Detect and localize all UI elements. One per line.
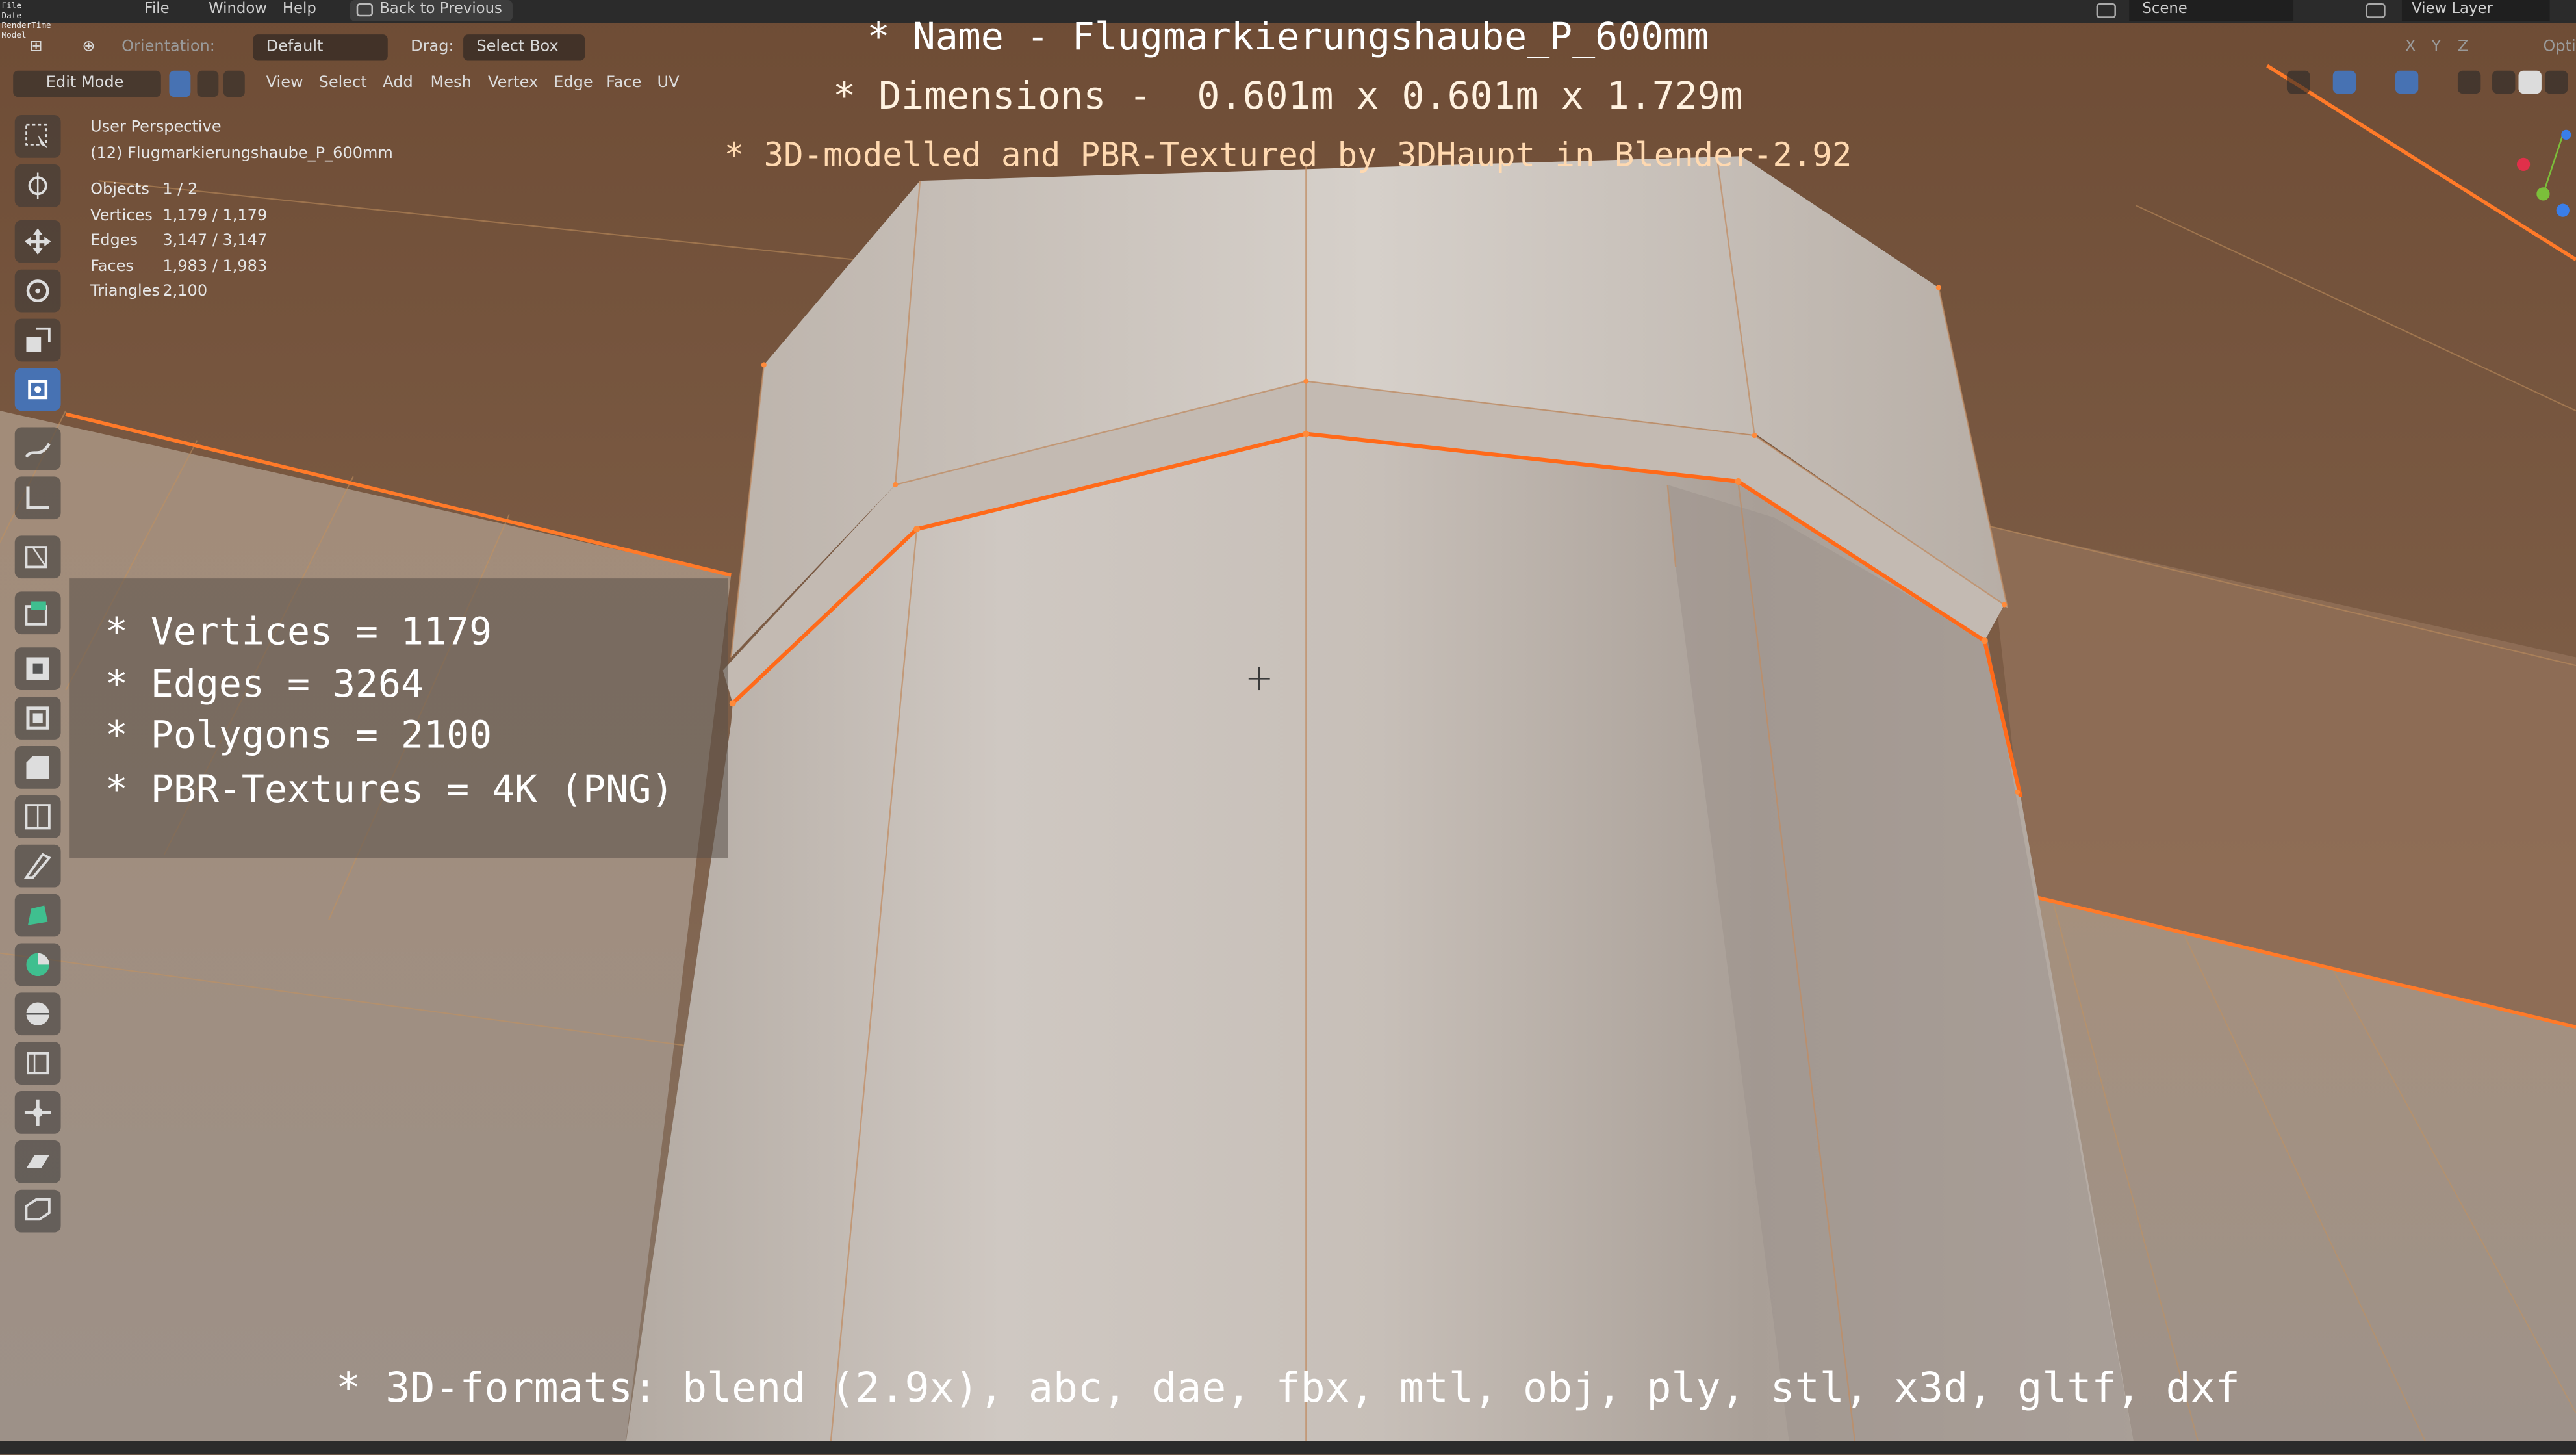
spin-tool[interactable] <box>14 943 61 986</box>
rotate-tool[interactable] <box>14 269 61 313</box>
edge-slide-icon <box>27 1052 49 1075</box>
move-icon <box>24 228 51 255</box>
cursor-icon <box>28 172 47 199</box>
smooth-icon <box>26 1002 49 1025</box>
extrude-tool[interactable] <box>14 591 61 635</box>
overlay-formats: * 3D-formats: blend (2.9x), abc, dae, fb… <box>336 1363 2240 1412</box>
back-icon <box>356 3 374 17</box>
shrink-fatten-icon <box>24 1099 51 1126</box>
bevel-tool[interactable] <box>14 746 61 789</box>
transform-tool[interactable] <box>14 368 61 411</box>
edge-slide-tool[interactable] <box>14 1042 61 1085</box>
annotate-icon <box>25 443 51 458</box>
stat-label: Objects <box>90 181 149 199</box>
stat-faces: Faces 1,983 / 1,983 <box>90 254 267 279</box>
back-to-previous-label: Back to Previous <box>379 1 502 18</box>
poly-build-tool[interactable] <box>14 894 61 937</box>
shear-tool[interactable] <box>14 1140 61 1183</box>
stat-label: Triangles <box>90 282 160 301</box>
stat-value: 3,147 / 3,147 <box>162 231 268 250</box>
measure-tool[interactable] <box>14 476 61 520</box>
stat-triangles: Triangles 2,100 <box>90 279 267 305</box>
rip-region-tool[interactable] <box>14 1189 61 1233</box>
inset-faces-tool[interactable] <box>14 697 61 740</box>
loop-cut-icon <box>25 804 51 830</box>
stat-edges: Edges 3,147 / 3,147 <box>90 228 267 253</box>
spec-textures: * PBR-Textures = 4K (PNG) <box>105 769 674 812</box>
shear-icon <box>26 1155 49 1168</box>
overlay-title-name: * Name - Flugmarkierungshaube_P_600mm <box>867 16 1709 60</box>
move-tool[interactable] <box>14 220 61 263</box>
spin-icon <box>26 953 49 977</box>
overlay-title-credit: * 3D-modelled and PBR-Textured by 3DHaup… <box>724 135 1852 175</box>
annotate-tool[interactable] <box>14 427 61 470</box>
stat-value: 1,179 / 1,179 <box>162 206 268 225</box>
stat-vertices: Vertices 1,179 / 1,179 <box>90 203 267 228</box>
transform-icon <box>28 380 48 400</box>
extrude-icon <box>25 601 47 626</box>
status-bar <box>0 1441 2576 1454</box>
stat-value: 1,983 / 1,983 <box>162 257 268 276</box>
blender-window: File Window Help Back to Previous Scene … <box>0 0 2576 1454</box>
smooth-tool[interactable] <box>14 992 61 1036</box>
shrink-fatten-tool[interactable] <box>14 1091 61 1134</box>
spec-vertices: * Vertices = 1179 <box>105 611 492 654</box>
inset-icon <box>26 657 49 680</box>
stat-value: 2,100 <box>162 282 208 301</box>
bevel-icon <box>26 756 49 779</box>
spec-polygons: * Polygons = 2100 <box>105 714 492 758</box>
statistics-overlay: Objects 1 / 2 Vertices 1,179 / 1,179 Edges… <box>90 177 267 305</box>
rotate-icon <box>26 279 49 303</box>
tool-bar <box>10 112 69 1243</box>
overlay-title-dimensions: * Dimensions - 0.601m x 0.601m x 1.729m <box>833 75 1743 119</box>
stat-label: Edges <box>90 231 138 250</box>
knife-tool[interactable] <box>14 844 61 888</box>
specs-box: * Vertices = 1179 * Edges = 3264 * Polyg… <box>69 578 728 858</box>
add-cube-tool[interactable] <box>14 535 61 579</box>
measure-icon <box>26 486 49 509</box>
rip-region-icon <box>25 1198 51 1221</box>
inset-tool[interactable] <box>14 647 61 691</box>
stat-objects: Objects 1 / 2 <box>90 177 267 203</box>
scale-icon <box>26 327 51 352</box>
poly-build-icon <box>27 905 48 925</box>
scale-tool[interactable] <box>14 318 61 362</box>
spec-edges: * Edges = 3264 <box>105 663 424 707</box>
stat-label: Faces <box>90 257 134 276</box>
stat-value: 1 / 2 <box>162 181 198 199</box>
stat-label: Vertices <box>90 206 153 225</box>
inset-faces-icon <box>26 706 49 730</box>
add-cube-icon <box>25 546 47 569</box>
loop-cut-tool[interactable] <box>14 795 61 838</box>
knife-icon <box>23 853 51 879</box>
